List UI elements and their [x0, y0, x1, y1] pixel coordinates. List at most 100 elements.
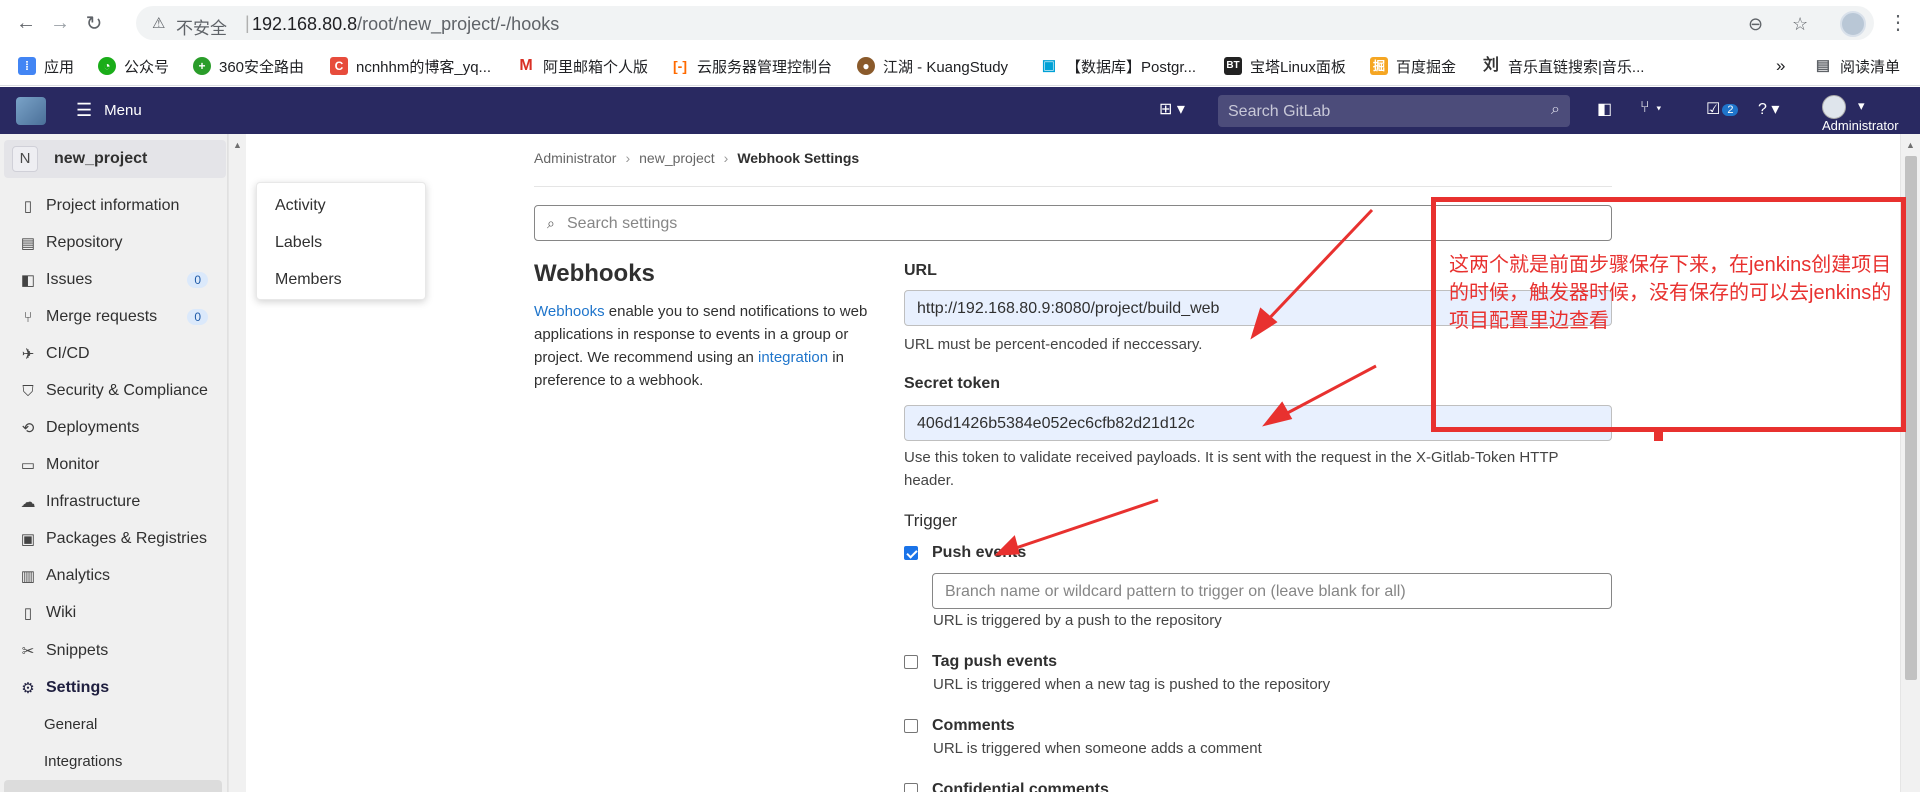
annotation-marker [1654, 428, 1663, 441]
bookmarks-more-icon[interactable]: » [1776, 55, 1785, 77]
sidebar-item-wiki[interactable]: ▯ Wiki [0, 599, 228, 627]
forward-icon[interactable]: → [48, 11, 72, 35]
wiki-icon: ▯ [23, 605, 33, 622]
music-icon: 刘 [1482, 57, 1500, 75]
gitlab-navbar: ☰ Menu ⊞ ▾ Search GitLab ⌕ ◧ ⑂ ▾ ☑ 2 ? ▾ ▾… [0, 87, 1920, 134]
bookmark-360[interactable]: +360安全路由 [193, 55, 304, 77]
browser-toolbar: ← → ↻ ⚠ 不安全 | 192.168.80.8/root/new_proj… [0, 0, 1920, 46]
more-icon[interactable]: ⋮ [1888, 10, 1908, 35]
project-name: new_project [54, 150, 148, 167]
star-icon[interactable]: ☆ [1792, 14, 1808, 35]
chevron-right-icon: › [625, 150, 631, 166]
divider [534, 186, 1612, 187]
issues-nav-icon[interactable]: ◧ [1597, 99, 1612, 119]
sidebar-item-project-information[interactable]: ▯ Project information [0, 192, 228, 220]
rocket-icon: ✈ [21, 346, 35, 363]
reading-list[interactable]: ▤ 阅读清单 [1814, 55, 1900, 77]
sidebar-item-settings[interactable]: ⚙ Settings [0, 674, 228, 702]
bookmark-csdn[interactable]: Cncnhhm的博客_yq... [330, 55, 491, 77]
todos-nav-icon[interactable]: ☑ 2 [1706, 99, 1739, 119]
bookmark-kuangstudy[interactable]: ● 江湖 - KuangStudy [857, 55, 1008, 77]
user-menu[interactable]: ▾ Administrator [1820, 95, 1920, 134]
project-sidebar: N new_project ▯ Project information ▤ Repo… [0, 134, 228, 792]
comments-help: URL is triggered when someone adds a com… [933, 740, 1262, 757]
menu-button[interactable]: ☰ Menu [76, 100, 142, 121]
breadcrumb-item[interactable]: new_project [639, 150, 715, 166]
chevron-right-icon: › [723, 150, 729, 166]
sidebar-item-infrastructure[interactable]: ☁ Infrastructure [0, 488, 228, 516]
aliyun-icon: [-] [671, 57, 689, 75]
secret-token-label: Secret token [904, 375, 1001, 392]
sidebar-item-repository[interactable]: ▤ Repository [0, 229, 228, 257]
address-bar[interactable]: ⚠ 不安全 | 192.168.80.8/root/new_project/-/… [136, 6, 1874, 40]
merge-requests-nav-icon[interactable]: ⑂ ▾ [1640, 99, 1664, 117]
sidebar-project-header[interactable]: N new_project [4, 140, 226, 178]
reload-icon[interactable]: ↻ [82, 11, 106, 35]
help-icon[interactable]: ? ▾ [1758, 99, 1779, 119]
bookmark-alimail[interactable]: M 阿里邮箱个人版 [517, 55, 648, 77]
bookmark-music[interactable]: 刘音乐直链搜索|音乐... [1482, 55, 1644, 77]
popover-item-activity[interactable]: Activity [275, 197, 326, 215]
sidebar-item-analytics[interactable]: ▥ Analytics [0, 562, 228, 590]
book-icon: ▤ [20, 235, 36, 252]
scroll-up-icon: ▲ [233, 140, 242, 150]
gitlab-search-input[interactable]: Search GitLab ⌕ [1218, 95, 1570, 127]
hamburger-icon: ☰ [76, 100, 93, 120]
bookmark-wechat[interactable]: ◔ 公众号 [98, 55, 169, 77]
wechat-icon: ◔ [98, 57, 116, 75]
mr-count-badge: 0 [187, 309, 208, 325]
annotation-text: 这两个就是前面步骤保存下来，在jenkins创建项目的时候，触发器时候，没有保存… [1449, 254, 1892, 332]
360-icon: + [193, 57, 211, 75]
info-icon: ▯ [23, 198, 33, 215]
breadcrumb-item[interactable]: Administrator [534, 150, 616, 166]
deployments-icon: ⟲ [21, 420, 35, 437]
branch-filter-input[interactable]: Branch name or wildcard pattern to trigg… [932, 573, 1612, 609]
push-events-checkbox[interactable] [904, 546, 918, 560]
comments-row: Comments [904, 715, 1015, 737]
confidential-comments-checkbox[interactable] [904, 783, 918, 792]
sidebar-item-packages[interactable]: ▣ Packages & Registries [0, 525, 228, 553]
popover-item-labels[interactable]: Labels [275, 234, 322, 252]
shield-icon: ⛉ [22, 382, 34, 400]
sidebar-item-security[interactable]: ⛉ Security & Compliance [0, 377, 228, 405]
sidebar-item-issues[interactable]: ◧ Issues 0 [0, 266, 228, 294]
new-dropdown-button[interactable]: ⊞ ▾ [1159, 99, 1185, 119]
popover-item-members[interactable]: Members [275, 271, 342, 289]
profile-avatar[interactable] [1840, 11, 1866, 37]
insecure-label: 不安全 [176, 19, 227, 38]
comments-checkbox[interactable] [904, 719, 918, 733]
back-icon[interactable]: ← [14, 11, 38, 35]
issues-icon: ◧ [20, 272, 36, 289]
scrollbar-thumb[interactable] [1905, 156, 1917, 680]
integration-link[interactable]: integration [758, 349, 828, 366]
sidebar-scrollbar[interactable]: ▲ [228, 134, 246, 792]
gitlab-logo[interactable] [16, 97, 46, 125]
bookmark-aliyun[interactable]: [-] 云服务器管理控制台 [671, 55, 832, 77]
sidebar-item-deployments[interactable]: ⟲ Deployments [0, 414, 228, 442]
bookmark-bt[interactable]: BT 宝塔Linux面板 [1224, 55, 1346, 77]
sidebar-subitem-integrations[interactable]: Integrations [44, 753, 122, 770]
kuang-icon: ● [857, 57, 875, 75]
breadcrumb-current[interactable]: Webhook Settings [737, 150, 859, 166]
tag-push-events-checkbox[interactable] [904, 655, 918, 669]
webhooks-docs-link[interactable]: Webhooks [534, 303, 605, 320]
sidebar-item-monitor[interactable]: ▭ Monitor [0, 451, 228, 479]
bookmark-bilibili[interactable]: ▣ 【数据库】Postgr... [1040, 55, 1196, 77]
cloud-icon: ☁ [20, 494, 36, 511]
chevron-down-icon: ▾ [1858, 98, 1865, 113]
bookmark-apps[interactable]: ⁞ 应用 [18, 55, 74, 77]
page-title: Webhooks [534, 260, 655, 287]
scroll-up-icon: ▲ [1906, 140, 1915, 150]
sidebar-item-snippets[interactable]: ✂ Snippets [0, 637, 228, 665]
sidebar-item-cicd[interactable]: ✈ CI/CD [0, 340, 228, 368]
sidebar-item-merge-requests[interactable]: ⑂ Merge requests 0 [0, 303, 228, 331]
search-icon: ⌕ [547, 215, 555, 231]
url-text: 192.168.80.8/root/new_project/-/hooks [252, 14, 560, 34]
trigger-label: Trigger [904, 511, 958, 530]
package-icon: ▣ [20, 531, 36, 548]
push-events-row: Push events [904, 542, 1026, 564]
bookmark-juejin[interactable]: 掘百度掘金 [1370, 55, 1456, 77]
zoom-icon[interactable]: ⊖ [1748, 14, 1763, 35]
sidebar-subitem-general[interactable]: General [44, 716, 97, 733]
snippet-icon: ✂ [21, 643, 35, 660]
